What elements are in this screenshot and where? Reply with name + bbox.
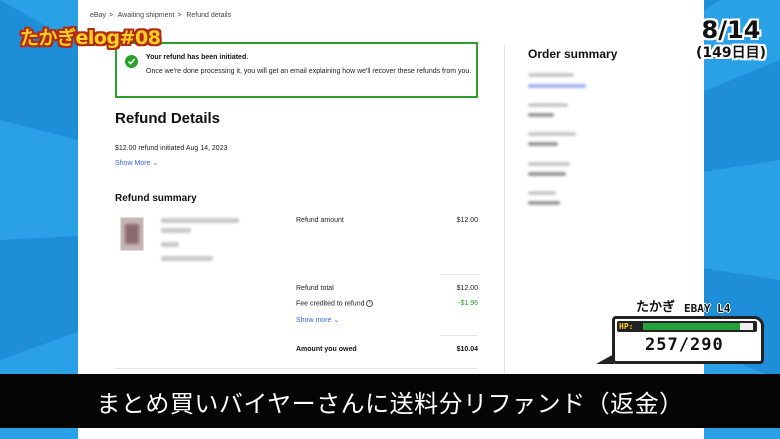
item-qty-blurred xyxy=(161,242,179,247)
breadcrumb: eBay > Awaiting shipment > Refund details xyxy=(90,12,232,19)
purchase-date-value-blurred xyxy=(528,142,558,146)
buyer-name-label-blurred xyxy=(528,162,570,166)
hp-player-name: たかぎ xyxy=(636,300,676,315)
fee-credited-label: Fee credited to refund i xyxy=(296,300,374,308)
banner-body: Once we're done processing it, you will … xyxy=(146,68,472,75)
hp-bar: HP: xyxy=(617,321,757,332)
hp-max: 290 xyxy=(689,335,724,355)
refund-initiated-banner: Your refund has been initiated. Once we'… xyxy=(115,42,478,98)
buyer-id-value-blurred xyxy=(528,201,560,205)
show-more-label: Show More xyxy=(115,160,151,167)
refund-total-value: $12.00 xyxy=(456,285,478,292)
refund-total-label: Refund total xyxy=(296,285,334,292)
breadcrumb-refund-details: Refund details xyxy=(186,12,232,19)
amount-owed-label: Amount you owed xyxy=(296,346,357,353)
hp-status-panel: HP: 257/290 xyxy=(612,316,764,364)
purchase-date-label-blurred xyxy=(528,132,576,136)
hp-level: EBAY L4 xyxy=(684,302,731,315)
show-more-link[interactable]: Show More ⌄ xyxy=(115,159,158,167)
fee-credited-text: Fee credited to refund xyxy=(296,300,365,308)
item-price-blurred xyxy=(161,256,213,261)
channel-logo: たかぎelog#08 xyxy=(20,27,161,49)
order-summary-heading: Order summary xyxy=(528,47,618,61)
item-title-blurred-2 xyxy=(161,228,191,233)
summary-divider xyxy=(440,274,478,275)
breadcrumb-awaiting-shipment[interactable]: Awaiting shipment xyxy=(118,12,175,19)
refund-amount-value: $12.00 xyxy=(456,217,478,224)
show-more-fees-link[interactable]: Show more ⌄ xyxy=(296,316,339,324)
hp-current: 257 xyxy=(645,335,679,355)
hp-tag: HP: xyxy=(619,322,634,331)
hp-track xyxy=(643,323,753,330)
fee-credited-value: -$1.96 xyxy=(458,300,478,307)
hp-numbers: 257/290 xyxy=(645,335,724,355)
refund-initiated-text: $12.00 refund initiated Aug 14, 2023 xyxy=(115,145,228,152)
owed-divider xyxy=(440,335,478,336)
refund-summary-heading: Refund summary xyxy=(115,193,197,204)
date-badge: 8/14 (149日目) xyxy=(696,16,766,62)
day-count-text: (149日目) xyxy=(695,45,766,61)
buyer-id-label-blurred xyxy=(528,191,556,195)
breadcrumb-ebay[interactable]: eBay xyxy=(90,12,106,19)
refund-details-heading: Refund Details xyxy=(115,110,221,127)
date-text: 8/14 xyxy=(701,16,761,44)
order-number-value-blurred[interactable] xyxy=(528,84,586,88)
bottom-divider xyxy=(115,368,478,369)
item-thumbnail[interactable] xyxy=(120,217,144,251)
order-total-value-blurred xyxy=(528,113,554,117)
subtitle-caption: まとめ買いバイヤーさんに送料分リファンド（返金） xyxy=(0,374,780,428)
chevron-down-icon: ⌄ xyxy=(152,160,159,167)
banner-title: Your refund has been initiated. xyxy=(146,54,249,61)
refund-amount-label: Refund amount xyxy=(296,217,344,224)
amount-owed-value: $10.04 xyxy=(456,346,478,353)
show-more-fees-label: Show more xyxy=(296,317,332,324)
buyer-name-value-blurred xyxy=(528,172,566,176)
chevron-down-icon: ⌄ xyxy=(333,317,340,324)
order-number-label-blurred xyxy=(528,73,574,77)
hp-fill xyxy=(643,323,741,330)
column-separator xyxy=(504,45,505,375)
order-total-label-blurred xyxy=(528,103,568,107)
item-title-blurred xyxy=(161,218,239,223)
success-check-icon xyxy=(125,55,138,68)
info-icon[interactable]: i xyxy=(366,300,374,307)
